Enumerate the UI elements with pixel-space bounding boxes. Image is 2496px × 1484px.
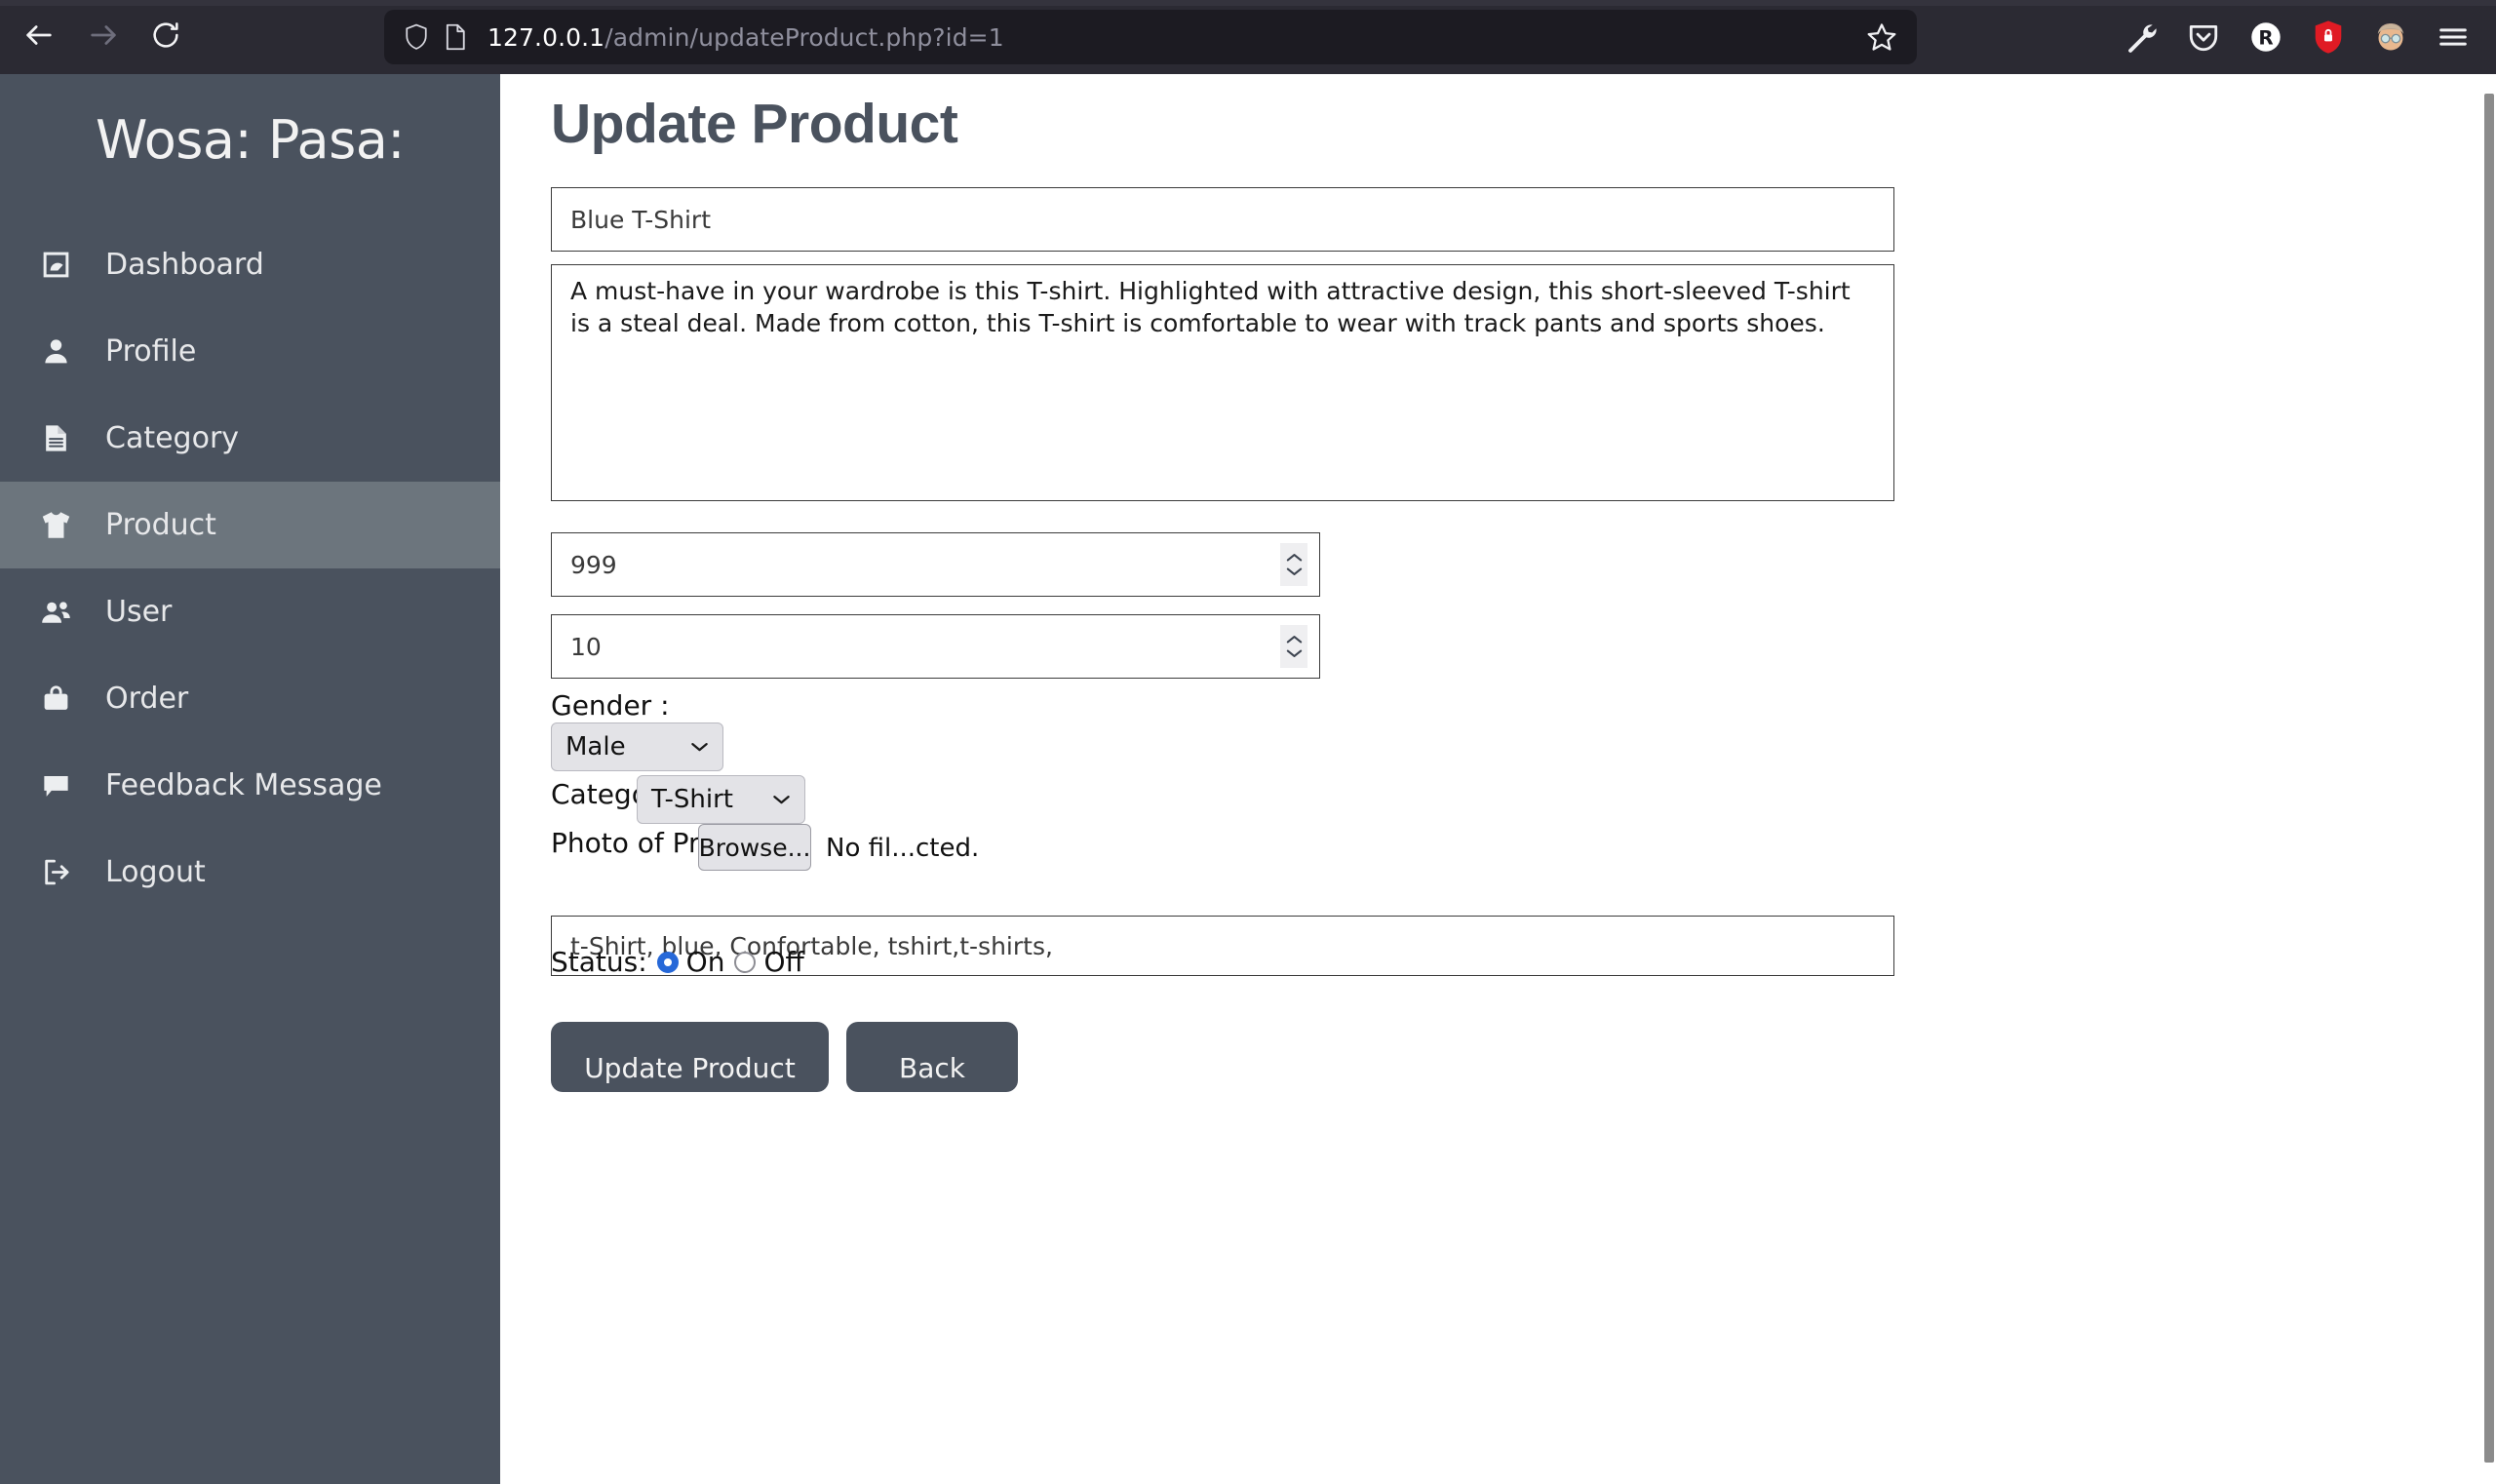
scrollbar-thumb[interactable]: [2484, 94, 2494, 1463]
back-arrow-icon: [22, 19, 56, 56]
status-off-label: Off: [763, 946, 804, 978]
status-row: Status: On Off: [551, 946, 804, 978]
chevron-down-icon: [772, 794, 791, 805]
sidebar-item-label: Logout: [105, 855, 206, 889]
svg-text:R: R: [2258, 27, 2273, 50]
page-title: Update Product: [551, 93, 958, 155]
hamburger-menu-icon[interactable]: [2422, 8, 2484, 66]
sidebar-item-order[interactable]: Order: [0, 655, 500, 742]
price-stepper[interactable]: [1280, 625, 1307, 668]
browse-file-button[interactable]: Browse...: [698, 824, 811, 871]
status-off-radio[interactable]: [734, 951, 757, 973]
chevron-down-icon: [690, 741, 709, 753]
users-icon: [27, 596, 84, 628]
url-path: /admin/updateProduct.php?id=1: [604, 22, 1004, 52]
gender-selected-value: Male: [566, 732, 626, 762]
quantity-input[interactable]: 999: [551, 532, 1320, 597]
url-bar[interactable]: 127.0.0.1/admin/updateProduct.php?id=1: [384, 10, 1917, 64]
browser-forward-button[interactable]: [74, 8, 133, 66]
quantity-stepper[interactable]: [1280, 543, 1307, 586]
browser-reload-button[interactable]: [136, 8, 195, 66]
forward-arrow-icon: [87, 19, 120, 56]
category-selected-value: T-Shirt: [651, 785, 733, 814]
sidebar-item-label: Product: [105, 508, 216, 542]
sidebar-item-label: Profile: [105, 334, 197, 369]
dashboard-icon: [27, 250, 84, 280]
sidebar-item-product[interactable]: Product: [0, 482, 500, 568]
update-product-button[interactable]: Update Product: [551, 1022, 829, 1092]
status-on-label: On: [685, 946, 725, 978]
bag-icon: [27, 683, 84, 714]
status-on-radio[interactable]: [656, 951, 679, 973]
quantity-value: 999: [570, 550, 617, 579]
category-select[interactable]: T-Shirt: [637, 775, 805, 824]
sidebar-item-profile[interactable]: Profile: [0, 308, 500, 395]
page-scrollbar[interactable]: [2482, 74, 2496, 1484]
shield-lock-icon[interactable]: [2297, 8, 2360, 66]
sidebar-item-category[interactable]: Category: [0, 395, 500, 482]
price-input[interactable]: 10: [551, 614, 1320, 679]
gender-label: Gender :: [551, 689, 670, 722]
logout-icon: [27, 857, 84, 887]
product-name-input[interactable]: Blue T-Shirt: [551, 187, 1894, 252]
sidebar-nav-list: Dashboard Profile Category Product User …: [0, 221, 500, 916]
page-icon[interactable]: [445, 23, 466, 51]
product-description-textarea[interactable]: A must-have in your wardrobe is this T-s…: [551, 264, 1894, 501]
person-icon: [27, 336, 84, 367]
shield-icon[interactable]: [404, 22, 429, 52]
comment-icon: [27, 770, 84, 801]
sidebar: Wosa: Pasa: Dashboard Profile Category P…: [0, 74, 500, 1484]
page-body: Wosa: Pasa: Dashboard Profile Category P…: [0, 74, 2496, 1484]
tshirt-icon: [27, 509, 84, 541]
bookmark-star-icon[interactable]: [1866, 21, 1897, 53]
sidebar-item-feedback-message[interactable]: Feedback Message: [0, 742, 500, 829]
status-label: Status:: [551, 946, 647, 978]
sidebar-item-label: User: [105, 595, 173, 629]
url-host: 127.0.0.1: [488, 22, 605, 52]
pocket-icon[interactable]: [2172, 8, 2235, 66]
browser-chrome: 127.0.0.1/admin/updateProduct.php?id=1 R: [0, 0, 2496, 74]
back-button[interactable]: Back: [846, 1022, 1018, 1092]
browser-toolbar-icons: R: [2110, 8, 2484, 66]
tab-strip: [0, 0, 2496, 6]
sidebar-item-label: Order: [105, 682, 189, 716]
sidebar-item-label: Feedback Message: [105, 768, 382, 802]
brand-title: Wosa: Pasa:: [96, 109, 406, 171]
reload-icon: [150, 20, 181, 55]
sidebar-item-user[interactable]: User: [0, 568, 500, 655]
wrench-icon[interactable]: [2110, 8, 2172, 66]
sidebar-item-logout[interactable]: Logout: [0, 829, 500, 916]
gender-select[interactable]: Male: [551, 722, 723, 771]
account-avatar-icon[interactable]: [2360, 8, 2422, 66]
browser-back-button[interactable]: [10, 8, 68, 66]
document-icon: [27, 423, 84, 453]
url-text: 127.0.0.1/admin/updateProduct.php?id=1: [488, 23, 1004, 52]
price-value: 10: [570, 632, 602, 661]
selected-file-name: No fil...cted.: [826, 834, 980, 863]
main-content: Update Product Blue T-Shirt A must-have …: [500, 74, 2496, 1484]
sidebar-item-dashboard[interactable]: Dashboard: [0, 221, 500, 308]
sidebar-item-label: Dashboard: [105, 248, 264, 282]
sidebar-item-label: Category: [105, 421, 240, 455]
rakuten-icon[interactable]: R: [2235, 8, 2297, 66]
